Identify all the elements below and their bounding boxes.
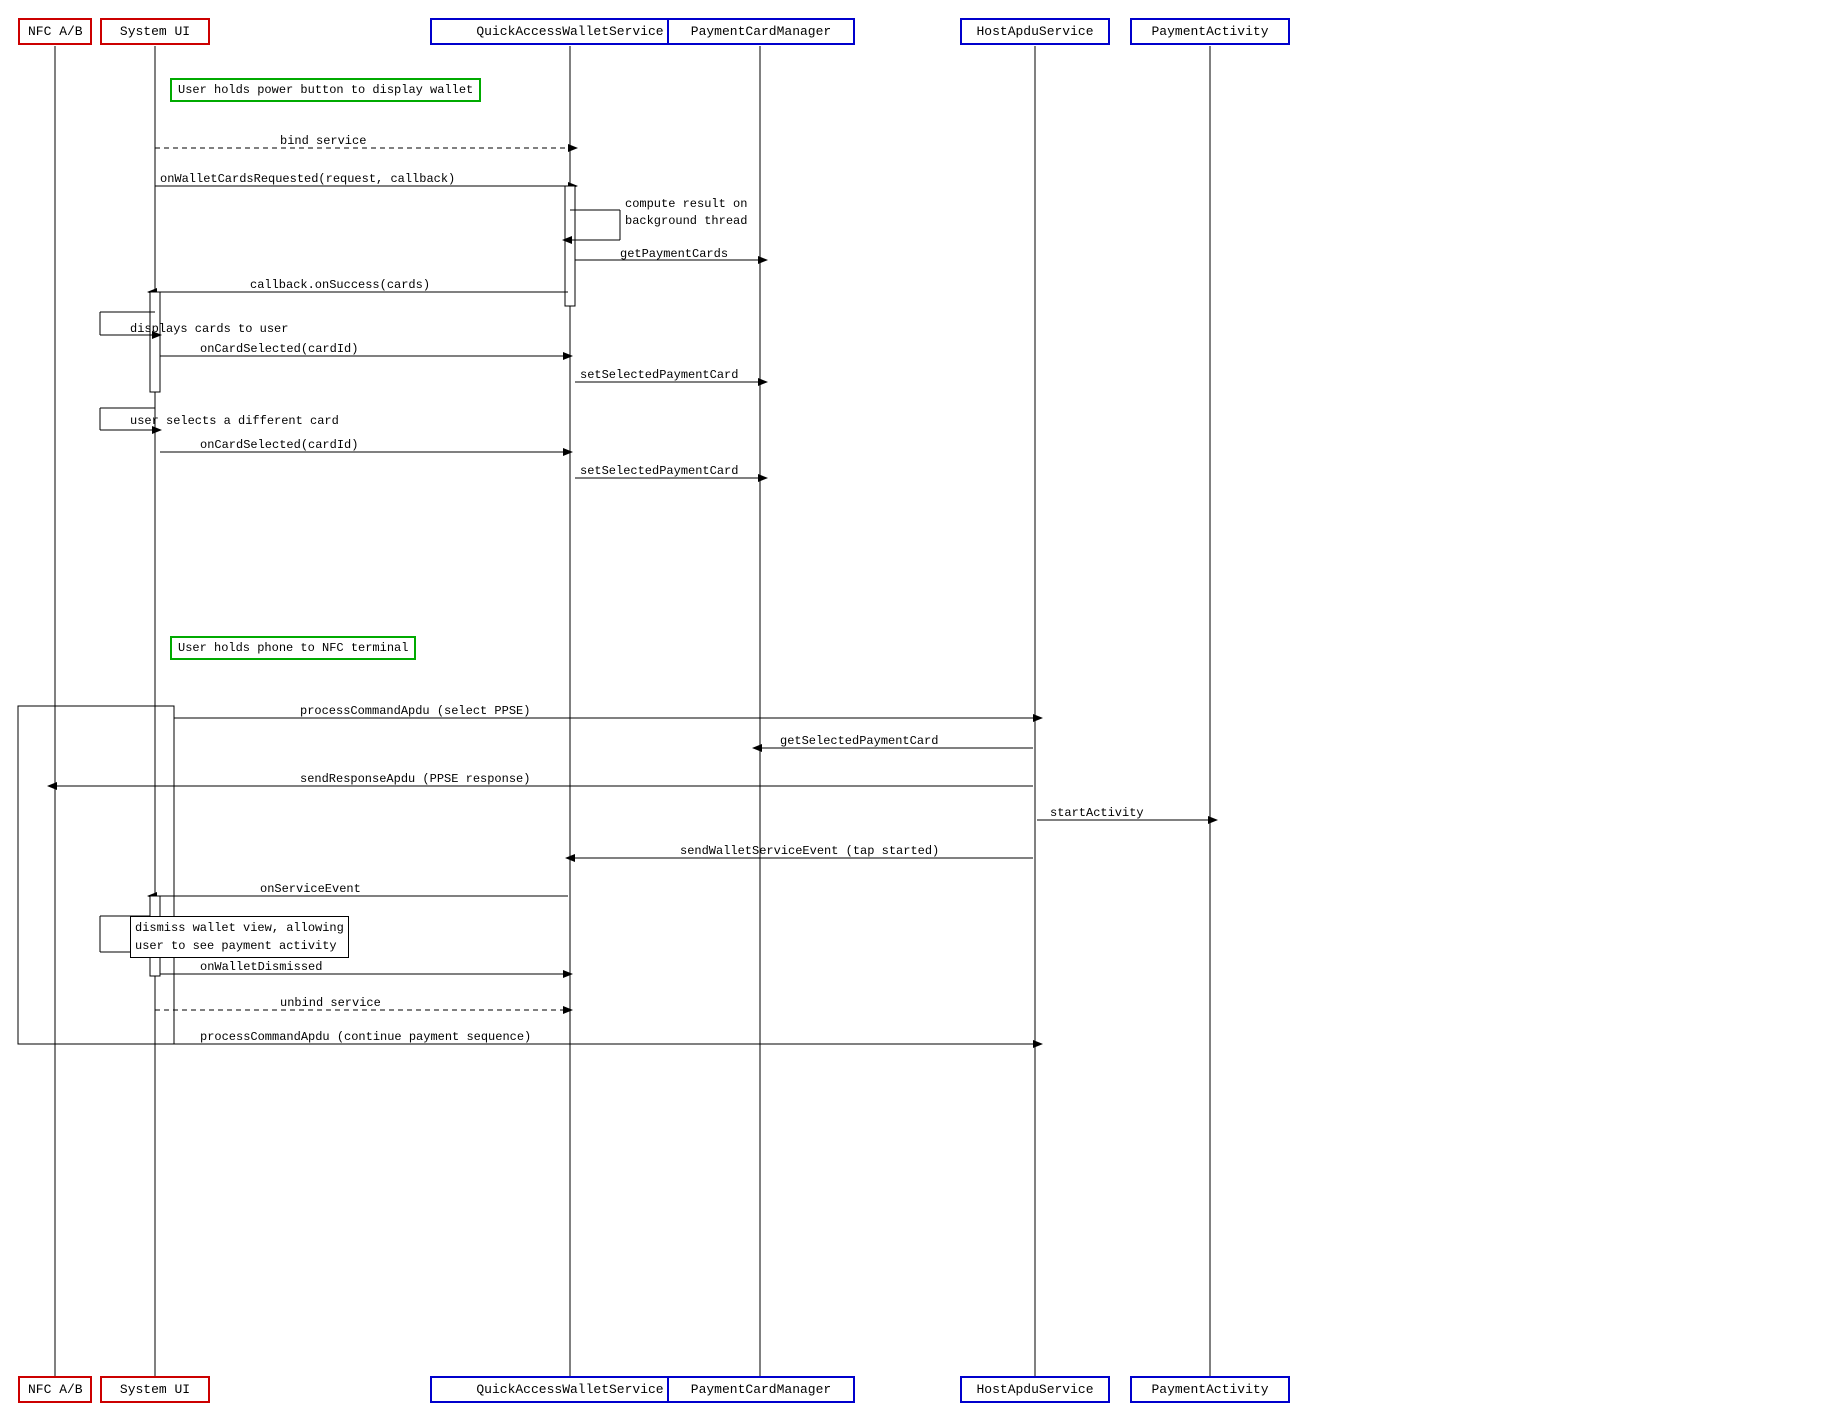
participant-has-top: HostApduService <box>960 18 1110 45</box>
note-power-button: User holds power button to display walle… <box>170 78 481 102</box>
msg-set-selected-2: setSelectedPaymentCard <box>580 464 738 478</box>
msg-process-command-apdu-continue: processCommandApdu (continue payment seq… <box>200 1030 531 1044</box>
msg-onwallet-cards-requested: onWalletCardsRequested(request, callback… <box>160 172 455 186</box>
msg-on-service-event: onServiceEvent <box>260 882 361 896</box>
msg-send-wallet-service-event: sendWalletServiceEvent (tap started) <box>680 844 939 858</box>
note-nfc-terminal: User holds phone to NFC terminal <box>170 636 416 660</box>
msg-get-selected-payment-card: getSelectedPaymentCard <box>780 734 938 748</box>
msg-process-command-apdu-ppse: processCommandApdu (select PPSE) <box>300 704 530 718</box>
participant-pa-top: PaymentActivity <box>1130 18 1290 45</box>
msg-get-payment-cards: getPaymentCards <box>620 247 728 261</box>
msg-bind-service: bind service <box>280 134 366 148</box>
sequence-diagram: NFC A/B System UI QuickAccessWalletServi… <box>0 0 1845 1424</box>
msg-user-selects-diff: user selects a different card <box>130 414 339 428</box>
msg-unbind-service: unbind service <box>280 996 381 1010</box>
msg-set-selected-1: setSelectedPaymentCard <box>580 368 738 382</box>
msg-on-card-selected-2: onCardSelected(cardId) <box>200 438 358 452</box>
msg-send-response-apdu: sendResponseApdu (PPSE response) <box>300 772 530 786</box>
note-compute-result: compute result onbackground thread <box>625 196 747 230</box>
participant-pcm-top: PaymentCardManager <box>667 18 855 45</box>
msg-on-wallet-dismissed: onWalletDismissed <box>200 960 322 974</box>
participant-pa-bottom: PaymentActivity <box>1130 1376 1290 1403</box>
participant-sysui-bottom: System UI <box>100 1376 210 1403</box>
msg-start-activity: startActivity <box>1050 806 1144 820</box>
participant-pcm-bottom: PaymentCardManager <box>667 1376 855 1403</box>
note-dismiss-wallet: dismiss wallet view, allowinguser to see… <box>130 916 349 958</box>
msg-callback-onsuccess: callback.onSuccess(cards) <box>250 278 430 292</box>
participant-nfc-bottom: NFC A/B <box>18 1376 92 1403</box>
msg-on-card-selected-1: onCardSelected(cardId) <box>200 342 358 356</box>
msg-displays-cards: displays cards to user <box>130 322 288 336</box>
participant-has-bottom: HostApduService <box>960 1376 1110 1403</box>
participant-nfc-top: NFC A/B <box>18 18 92 45</box>
participant-sysui-top: System UI <box>100 18 210 45</box>
